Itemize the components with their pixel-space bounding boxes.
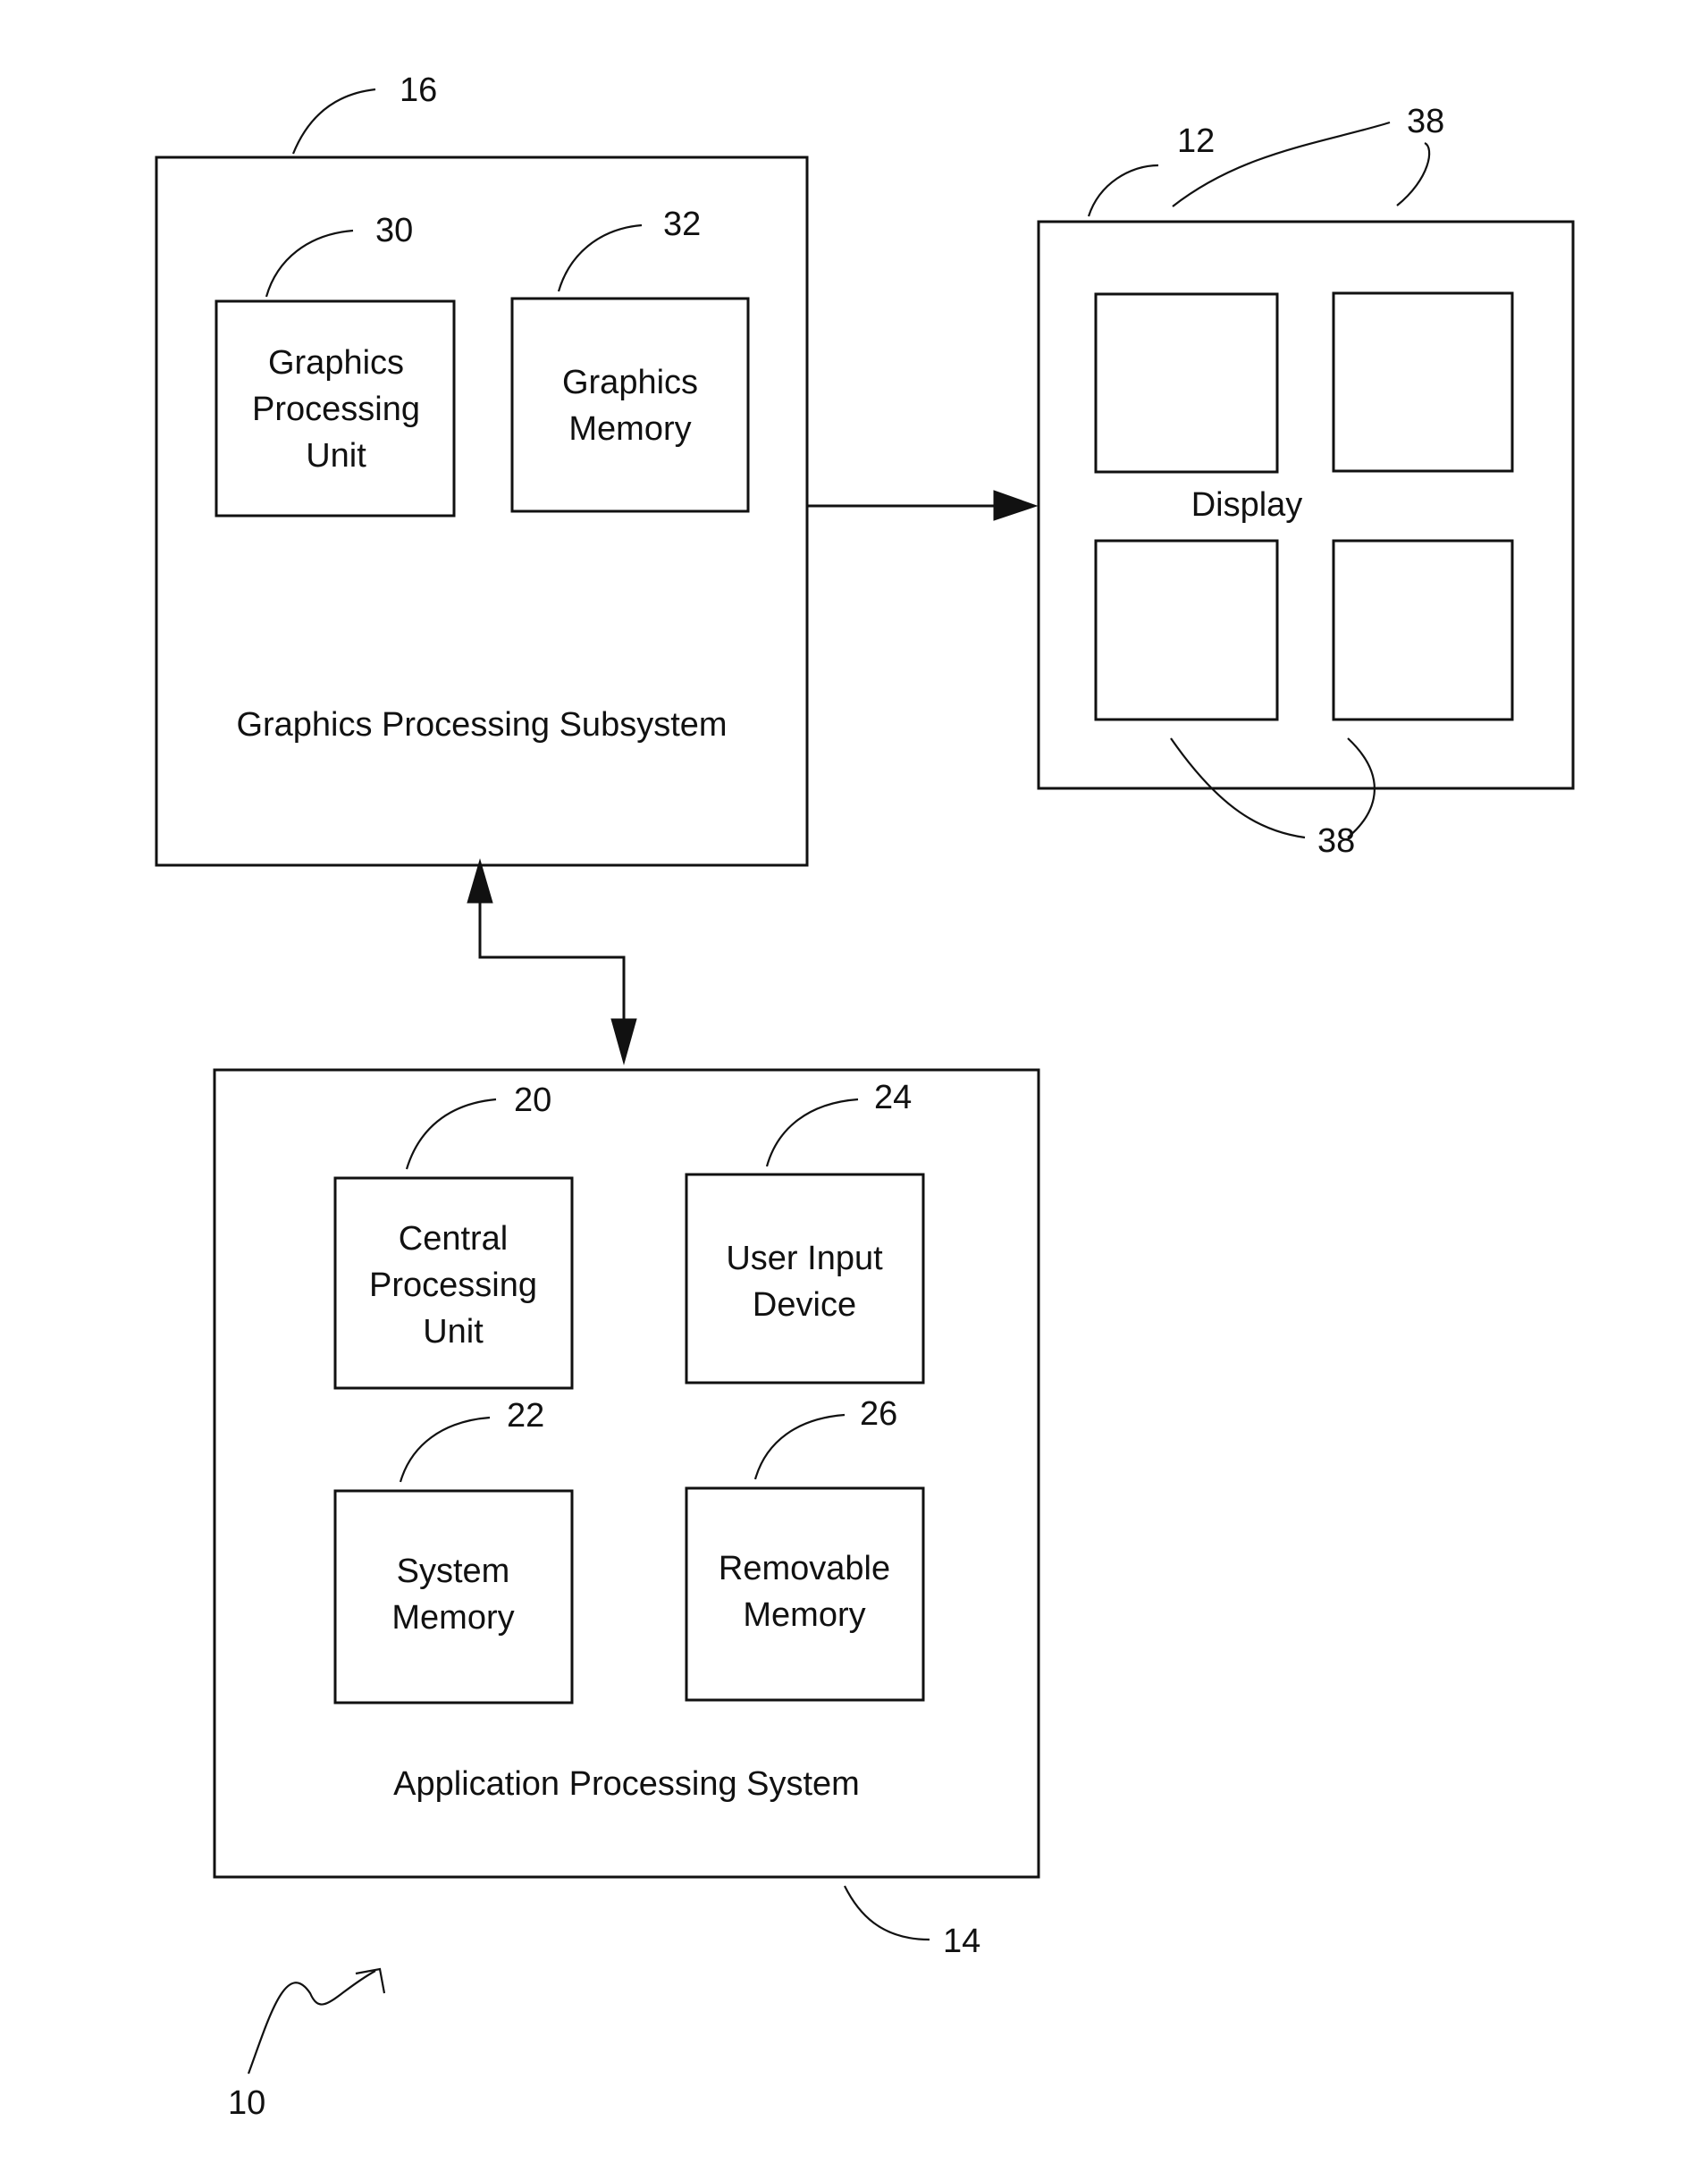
ref-leader-32	[557, 223, 643, 292]
arrow-gps-to-display	[807, 490, 1039, 521]
removable-memory-box	[685, 1486, 925, 1702]
ref-leader-24	[765, 1098, 859, 1167]
ref-leader-38-top-right	[1396, 141, 1431, 206]
ref-14: 14	[943, 1923, 980, 1960]
ref-30: 30	[375, 212, 413, 249]
cpu-label-line-2: Processing	[369, 1267, 537, 1304]
display-panel-top-left	[1094, 292, 1279, 474]
application-system-label: Application Processing System	[393, 1765, 860, 1803]
graphics-processing-subsystem: 16 Graphics Processing Subsystem 30 Grap…	[155, 72, 809, 867]
graphics-processing-unit: 30 Graphics Processing Unit	[215, 212, 456, 518]
ref-38-bottom: 38	[1317, 822, 1355, 860]
graphics-memory-label-line-2: Memory	[568, 410, 691, 448]
display-panel-top-right	[1332, 291, 1514, 473]
graphics-subsystem-label: Graphics Processing Subsystem	[236, 706, 727, 744]
ref-20: 20	[514, 1082, 551, 1119]
ref-26: 26	[860, 1395, 897, 1433]
system-memory: 22 System Memory	[333, 1397, 574, 1704]
system-memory-label-line-1: System	[397, 1553, 510, 1590]
ref-22: 22	[507, 1397, 544, 1435]
cpu-label-line-3: Unit	[423, 1313, 484, 1351]
central-processing-unit: 20 Central Processing Unit	[333, 1082, 574, 1390]
ref-leader-30	[265, 229, 354, 298]
removable-memory-label-line-2: Memory	[743, 1596, 865, 1634]
display-box	[1037, 220, 1575, 790]
removable-memory: 26 Removable Memory	[685, 1395, 925, 1702]
user-input-device-label-line-2: Device	[753, 1286, 856, 1324]
application-system-box	[213, 1068, 1040, 1879]
user-input-device-label-line-1: User Input	[726, 1240, 883, 1277]
ref-12: 12	[1177, 122, 1215, 160]
bidirectional-connector	[478, 894, 626, 1032]
display-panel-bottom-right	[1332, 539, 1514, 721]
ref-38-top: 38	[1407, 103, 1444, 140]
display-label: Display	[1191, 486, 1303, 524]
graphics-memory: 32 Graphics Memory	[510, 206, 750, 513]
ref-16: 16	[400, 72, 437, 109]
user-input-device: 24 User Input Device	[685, 1079, 925, 1385]
arrowhead-down	[610, 1018, 637, 1065]
arrow-gps-aps-bidirectional	[467, 858, 637, 1065]
ref-leader-20	[405, 1098, 497, 1170]
system-reference: 10	[228, 1967, 386, 2122]
system-memory-label-line-2: Memory	[391, 1599, 514, 1637]
ref-32: 32	[663, 206, 701, 243]
graphics-memory-label-line-1: Graphics	[562, 364, 698, 401]
block-diagram: 16 Graphics Processing Subsystem 30 Grap…	[155, 72, 1575, 2122]
ref-leader-10	[247, 1970, 376, 2075]
cpu-label-line-1: Central	[399, 1220, 509, 1258]
gpu-label-line-1: Graphics	[268, 344, 404, 382]
ref-leader-26	[753, 1413, 846, 1480]
ref-24: 24	[874, 1079, 912, 1116]
system-memory-box	[333, 1489, 574, 1704]
gpu-label-line-3: Unit	[306, 437, 366, 475]
ref-10: 10	[228, 2084, 265, 2122]
ref-leader-22	[399, 1416, 491, 1483]
ref-leader-12	[1087, 164, 1159, 217]
display-panel-bottom-left	[1094, 539, 1279, 721]
ref-leader-16	[291, 88, 376, 155]
graphics-memory-box	[510, 297, 750, 513]
arrowhead-right	[993, 490, 1039, 521]
display: 12 Display 38 38	[1037, 103, 1575, 860]
removable-memory-label-line-1: Removable	[719, 1550, 890, 1587]
user-input-device-box	[685, 1173, 925, 1385]
application-processing-system: 14 Application Processing System 20 Cent…	[213, 1068, 1040, 1960]
ref-leader-14	[844, 1885, 930, 1941]
gpu-label-line-2: Processing	[252, 391, 420, 428]
